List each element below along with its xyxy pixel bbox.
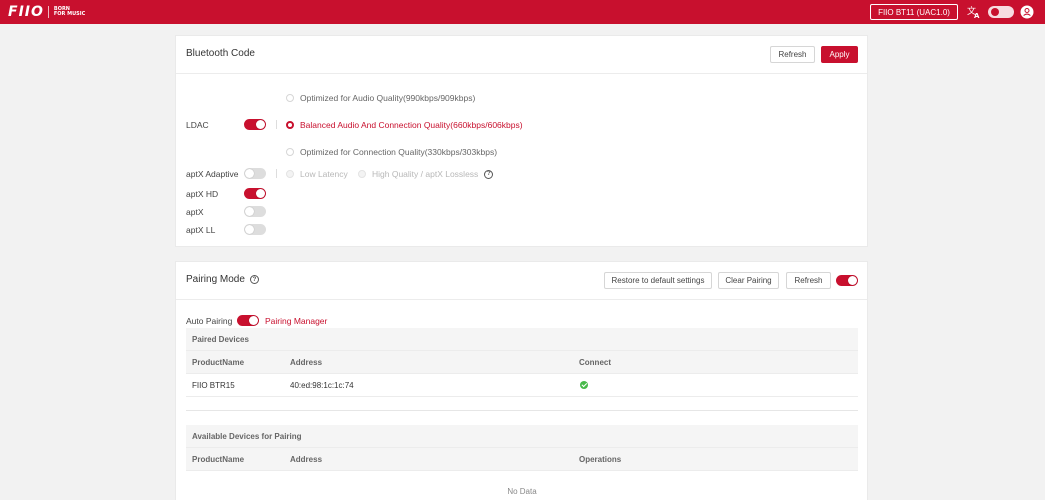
ldac-option-connection-quality[interactable]: Optimized for Connection Quality(330kbps… bbox=[286, 147, 497, 157]
clear-pairing-button[interactable]: Clear Pairing bbox=[718, 272, 779, 289]
aptx-adaptive-low-latency[interactable]: Low Latency bbox=[286, 169, 348, 179]
ldac-option-label: Balanced Audio And Connection Quality(66… bbox=[300, 120, 523, 130]
fiio-logo: FIIO BORN FOR MUSIC bbox=[8, 4, 85, 20]
ldac-option-balanced[interactable]: Balanced Audio And Connection Quality(66… bbox=[286, 120, 523, 130]
pairing-mode-header: Pairing Mode ? Restore to default settin… bbox=[176, 262, 867, 300]
available-devices-table: Available Devices for Pairing ProductNam… bbox=[186, 425, 858, 500]
radio-dot bbox=[286, 170, 294, 178]
info-icon[interactable]: ? bbox=[484, 169, 494, 179]
logo-tagline-line2: FOR MUSIC bbox=[53, 11, 86, 17]
paired-devices-table: Paired Devices ProductName Address Conne… bbox=[186, 328, 858, 397]
aptx-adaptive-option-label: Low Latency bbox=[300, 169, 348, 179]
header-address: Address bbox=[290, 455, 323, 464]
logo-divider bbox=[47, 6, 49, 18]
aptx-adaptive-option-label: High Quality / aptX Lossless bbox=[372, 169, 479, 179]
translate-icon[interactable]: 文 A bbox=[967, 5, 981, 19]
logo-mark: FIIO bbox=[8, 4, 44, 20]
pairing-info-icon[interactable]: ? bbox=[249, 275, 259, 284]
header-address: Address bbox=[290, 358, 323, 367]
ldac-option-label: Optimized for Audio Quality(990kbps/909k… bbox=[300, 93, 476, 103]
bluetooth-code-title-text: Bluetooth Code bbox=[186, 48, 255, 59]
restore-defaults-button[interactable]: Restore to default settings bbox=[604, 272, 712, 289]
ldac-option-label: Optimized for Connection Quality(330kbps… bbox=[300, 147, 498, 157]
aptx-ll-toggle[interactable] bbox=[244, 224, 266, 235]
top-bar: FIIO BORN FOR MUSIC FIIO BT11 (UAC1.0) 文… bbox=[0, 0, 1045, 24]
cell-address: 40:ed:98:1c:1c:74 bbox=[290, 381, 354, 390]
aptx-toggle[interactable] bbox=[244, 206, 266, 217]
aptx-hd-label: aptX HD bbox=[186, 189, 219, 199]
ldac-divider bbox=[276, 120, 277, 129]
theme-toggle[interactable] bbox=[988, 6, 1014, 18]
empty-state-text: No Data bbox=[507, 486, 537, 496]
bluetooth-refresh-button[interactable]: Refresh bbox=[770, 46, 815, 63]
ldac-label: LDAC bbox=[186, 120, 209, 130]
radio-dot bbox=[286, 94, 294, 102]
paired-table-header: ProductName Address Connect bbox=[186, 351, 858, 374]
aptx-hd-toggle[interactable] bbox=[244, 188, 266, 199]
paired-devices-caption: Paired Devices bbox=[186, 328, 858, 351]
pairing-mode-title-text: Pairing Mode bbox=[186, 274, 245, 285]
logo-tagline: BORN FOR MUSIC bbox=[54, 7, 85, 17]
radio-dot bbox=[358, 170, 366, 178]
available-devices-caption: Available Devices for Pairing bbox=[186, 425, 858, 448]
auto-pairing-label: Auto Pairing bbox=[186, 316, 233, 326]
device-selector[interactable]: FIIO BT11 (UAC1.0) bbox=[870, 4, 958, 20]
connected-check-icon bbox=[580, 381, 588, 389]
user-icon[interactable] bbox=[1020, 5, 1034, 19]
pairing-mode-title: Pairing Mode ? bbox=[186, 274, 259, 285]
ldac-toggle[interactable] bbox=[244, 119, 266, 130]
ldac-option-audio-quality[interactable]: Optimized for Audio Quality(990kbps/909k… bbox=[286, 93, 475, 103]
aptx-label: aptX bbox=[186, 207, 204, 217]
header-connect: Connect bbox=[579, 358, 611, 367]
pairing-mode-card: Pairing Mode ? Restore to default settin… bbox=[175, 261, 868, 500]
header-product-name: ProductName bbox=[192, 455, 245, 464]
apply-button[interactable]: Apply bbox=[821, 46, 858, 63]
aptx-adaptive-label: aptX Adaptive bbox=[186, 169, 239, 179]
table-row[interactable]: FIIO BTR15 40:ed:98:1c:1c:74 bbox=[186, 374, 858, 397]
header-operations: Operations bbox=[579, 455, 622, 464]
aptx-adaptive-high-quality[interactable]: High Quality / aptX Lossless ? bbox=[358, 169, 494, 179]
section-divider bbox=[186, 410, 858, 411]
pairing-manager-link[interactable]: Pairing Manager bbox=[265, 316, 327, 326]
cell-product-name: FIIO BTR15 bbox=[192, 381, 235, 390]
aptx-ll-label: aptX LL bbox=[186, 225, 216, 235]
auto-pairing-toggle[interactable] bbox=[237, 315, 259, 326]
bluetooth-code-card: Bluetooth Code Refresh Apply Optimized f… bbox=[175, 35, 868, 247]
svg-text:A: A bbox=[974, 12, 980, 19]
aptx-adaptive-toggle[interactable] bbox=[244, 168, 266, 179]
bluetooth-code-title: Bluetooth Code bbox=[186, 48, 255, 59]
radio-dot bbox=[286, 121, 294, 129]
radio-dot bbox=[286, 148, 294, 156]
header-product-name: ProductName bbox=[192, 358, 245, 367]
pairing-refresh-button[interactable]: Refresh bbox=[786, 272, 831, 289]
pairing-mode-toggle[interactable] bbox=[836, 275, 858, 286]
bluetooth-code-header: Bluetooth Code Refresh Apply bbox=[176, 36, 867, 74]
available-table-header: ProductName Address Operations bbox=[186, 448, 858, 471]
aptx-adaptive-divider bbox=[276, 169, 277, 178]
